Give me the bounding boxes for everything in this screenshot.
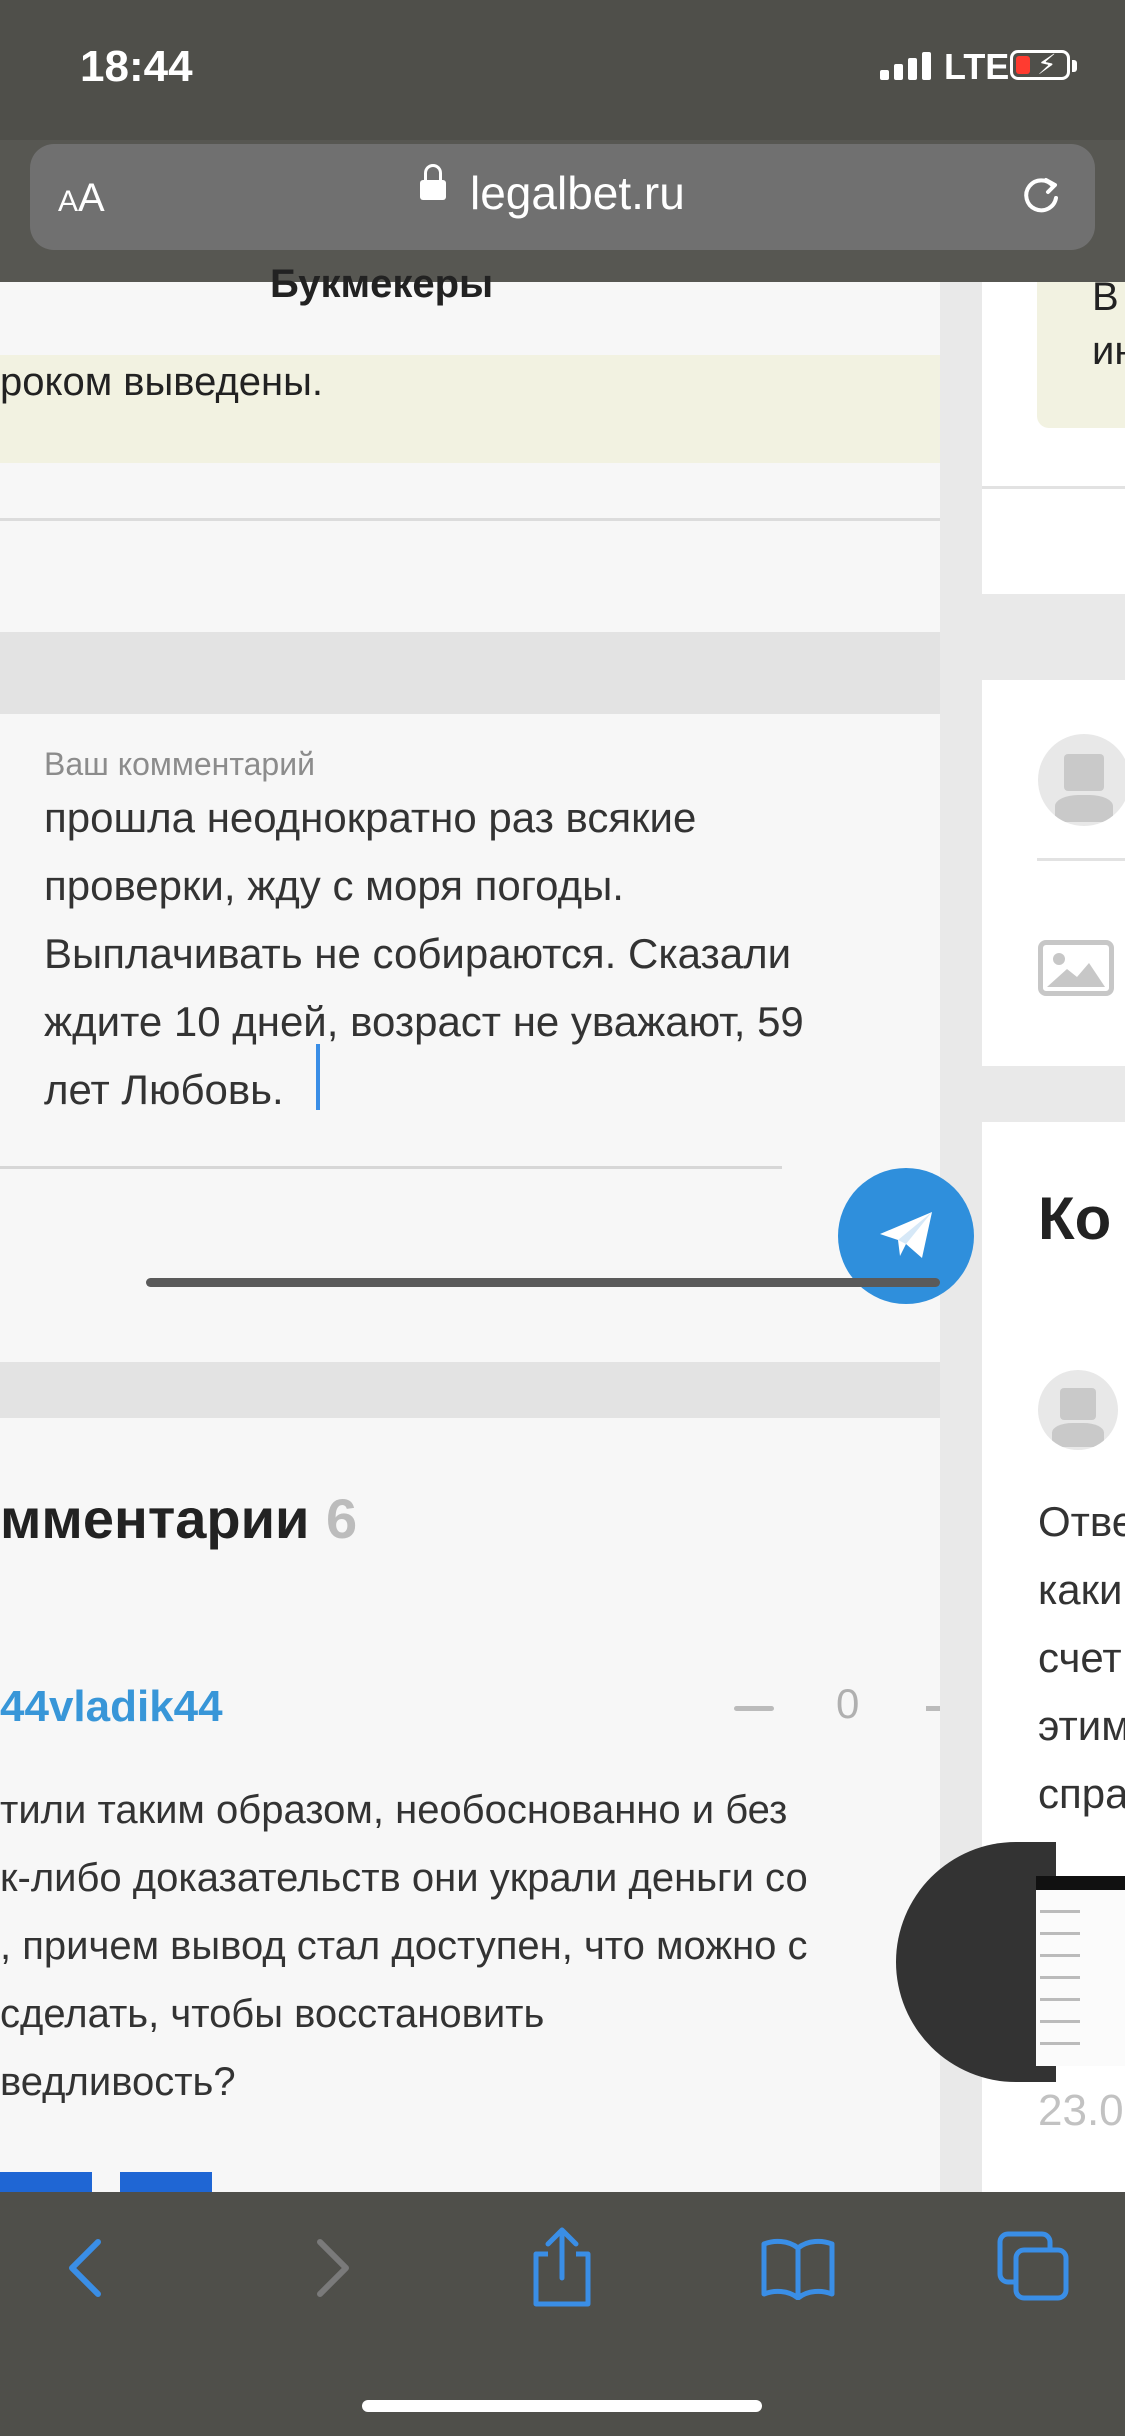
comment-body-line: сделать, чтобы восстановить — [0, 1992, 545, 2036]
avatar — [1038, 1370, 1118, 1450]
sidebar-heading: Ко — [1038, 1185, 1112, 1252]
attachment-thumbnail[interactable] — [120, 2172, 212, 2192]
bookmarks-icon[interactable] — [760, 2236, 836, 2300]
comment-body-line: тили таким образом, необоснованно и без — [0, 1788, 788, 1832]
sidebar-comment-line: этим — [1038, 1702, 1125, 1749]
url-domain[interactable]: legalbet.ru — [470, 166, 685, 220]
attachment-thumbnail[interactable] — [0, 2172, 92, 2192]
divider — [1037, 858, 1125, 861]
sidebar-comment-line: каки — [1038, 1566, 1123, 1613]
comment-body: тили таким образом, необоснованно и без … — [0, 1776, 940, 2116]
sidebar-date: 23.0 — [1038, 2086, 1124, 2135]
divider — [0, 518, 940, 521]
comment-input[interactable]: прошла неоднократно раз всякие проверки,… — [44, 784, 924, 1124]
sidebar-comment-line: Отве — [1038, 1498, 1125, 1545]
comment-line: лет Любовь. — [44, 1066, 284, 1113]
banner-line: В — [1092, 275, 1119, 319]
status-time: 18:44 — [80, 42, 193, 91]
attachment-thumbnail[interactable] — [1036, 1876, 1125, 2066]
upvote-button[interactable] — [926, 1706, 940, 1711]
sidebar-comment-line: спра — [1038, 1770, 1125, 1817]
comments-heading: мментарии — [0, 1487, 310, 1550]
comment-line: Выплачивать не собираются. Сказали — [44, 930, 792, 977]
text-cursor — [316, 1044, 320, 1110]
input-underline — [0, 1166, 782, 1169]
comment-line: ждите 10 дней, возраст не уважают, 59 — [44, 998, 804, 1045]
comment-body-line: , причем вывод стал доступен, что можно … — [0, 1924, 808, 1968]
nav-title[interactable]: Букмекеры — [270, 262, 493, 307]
battery-tip — [1072, 60, 1077, 72]
tabs-icon[interactable] — [996, 2230, 1070, 2302]
forward-icon[interactable] — [306, 2236, 356, 2300]
cellular-signal-icon — [880, 52, 936, 80]
comment-body-line: к-либо доказательств они украли деньги с… — [0, 1856, 808, 1900]
section-gap — [0, 1362, 940, 1418]
comment-line: прошла неоднократно раз всякие — [44, 794, 697, 841]
home-indicator — [362, 2400, 762, 2412]
divider — [982, 486, 1125, 489]
banner-line: ин — [1092, 329, 1125, 373]
downvote-button[interactable] — [734, 1706, 774, 1711]
image-upload-icon[interactable] — [1038, 940, 1114, 996]
lock-icon — [420, 164, 446, 200]
comment-field-label: Ваш комментарий — [44, 746, 315, 782]
notice-text: роком выведены. — [0, 360, 324, 404]
avatar — [1038, 734, 1125, 826]
comment-body-line: ведливость? — [0, 2060, 236, 2104]
battery-icon: ⚡ — [1010, 49, 1070, 80]
text-size-button[interactable]: AA — [58, 176, 105, 221]
comment-author[interactable]: 44vladik44 — [0, 1682, 223, 1732]
section-gap — [0, 632, 940, 714]
comment-line: проверки, жду с моря погоды. — [44, 862, 624, 909]
sidebar-comment-line: счет — [1038, 1634, 1122, 1681]
reload-icon[interactable] — [1020, 174, 1062, 216]
back-icon[interactable] — [62, 2236, 112, 2300]
comments-count: 6 — [326, 1487, 358, 1550]
vote-count: 0 — [836, 1680, 860, 1727]
sidebar-comment-text[interactable]: Отве каки счет этим спра — [1038, 1488, 1125, 1828]
network-type: LTE — [944, 46, 1010, 87]
paper-plane-icon — [880, 1212, 932, 1258]
horizontal-scrollbar[interactable] — [146, 1278, 940, 1287]
share-icon[interactable] — [528, 2226, 596, 2308]
sidebar-banner-text: В ин — [1092, 270, 1125, 378]
